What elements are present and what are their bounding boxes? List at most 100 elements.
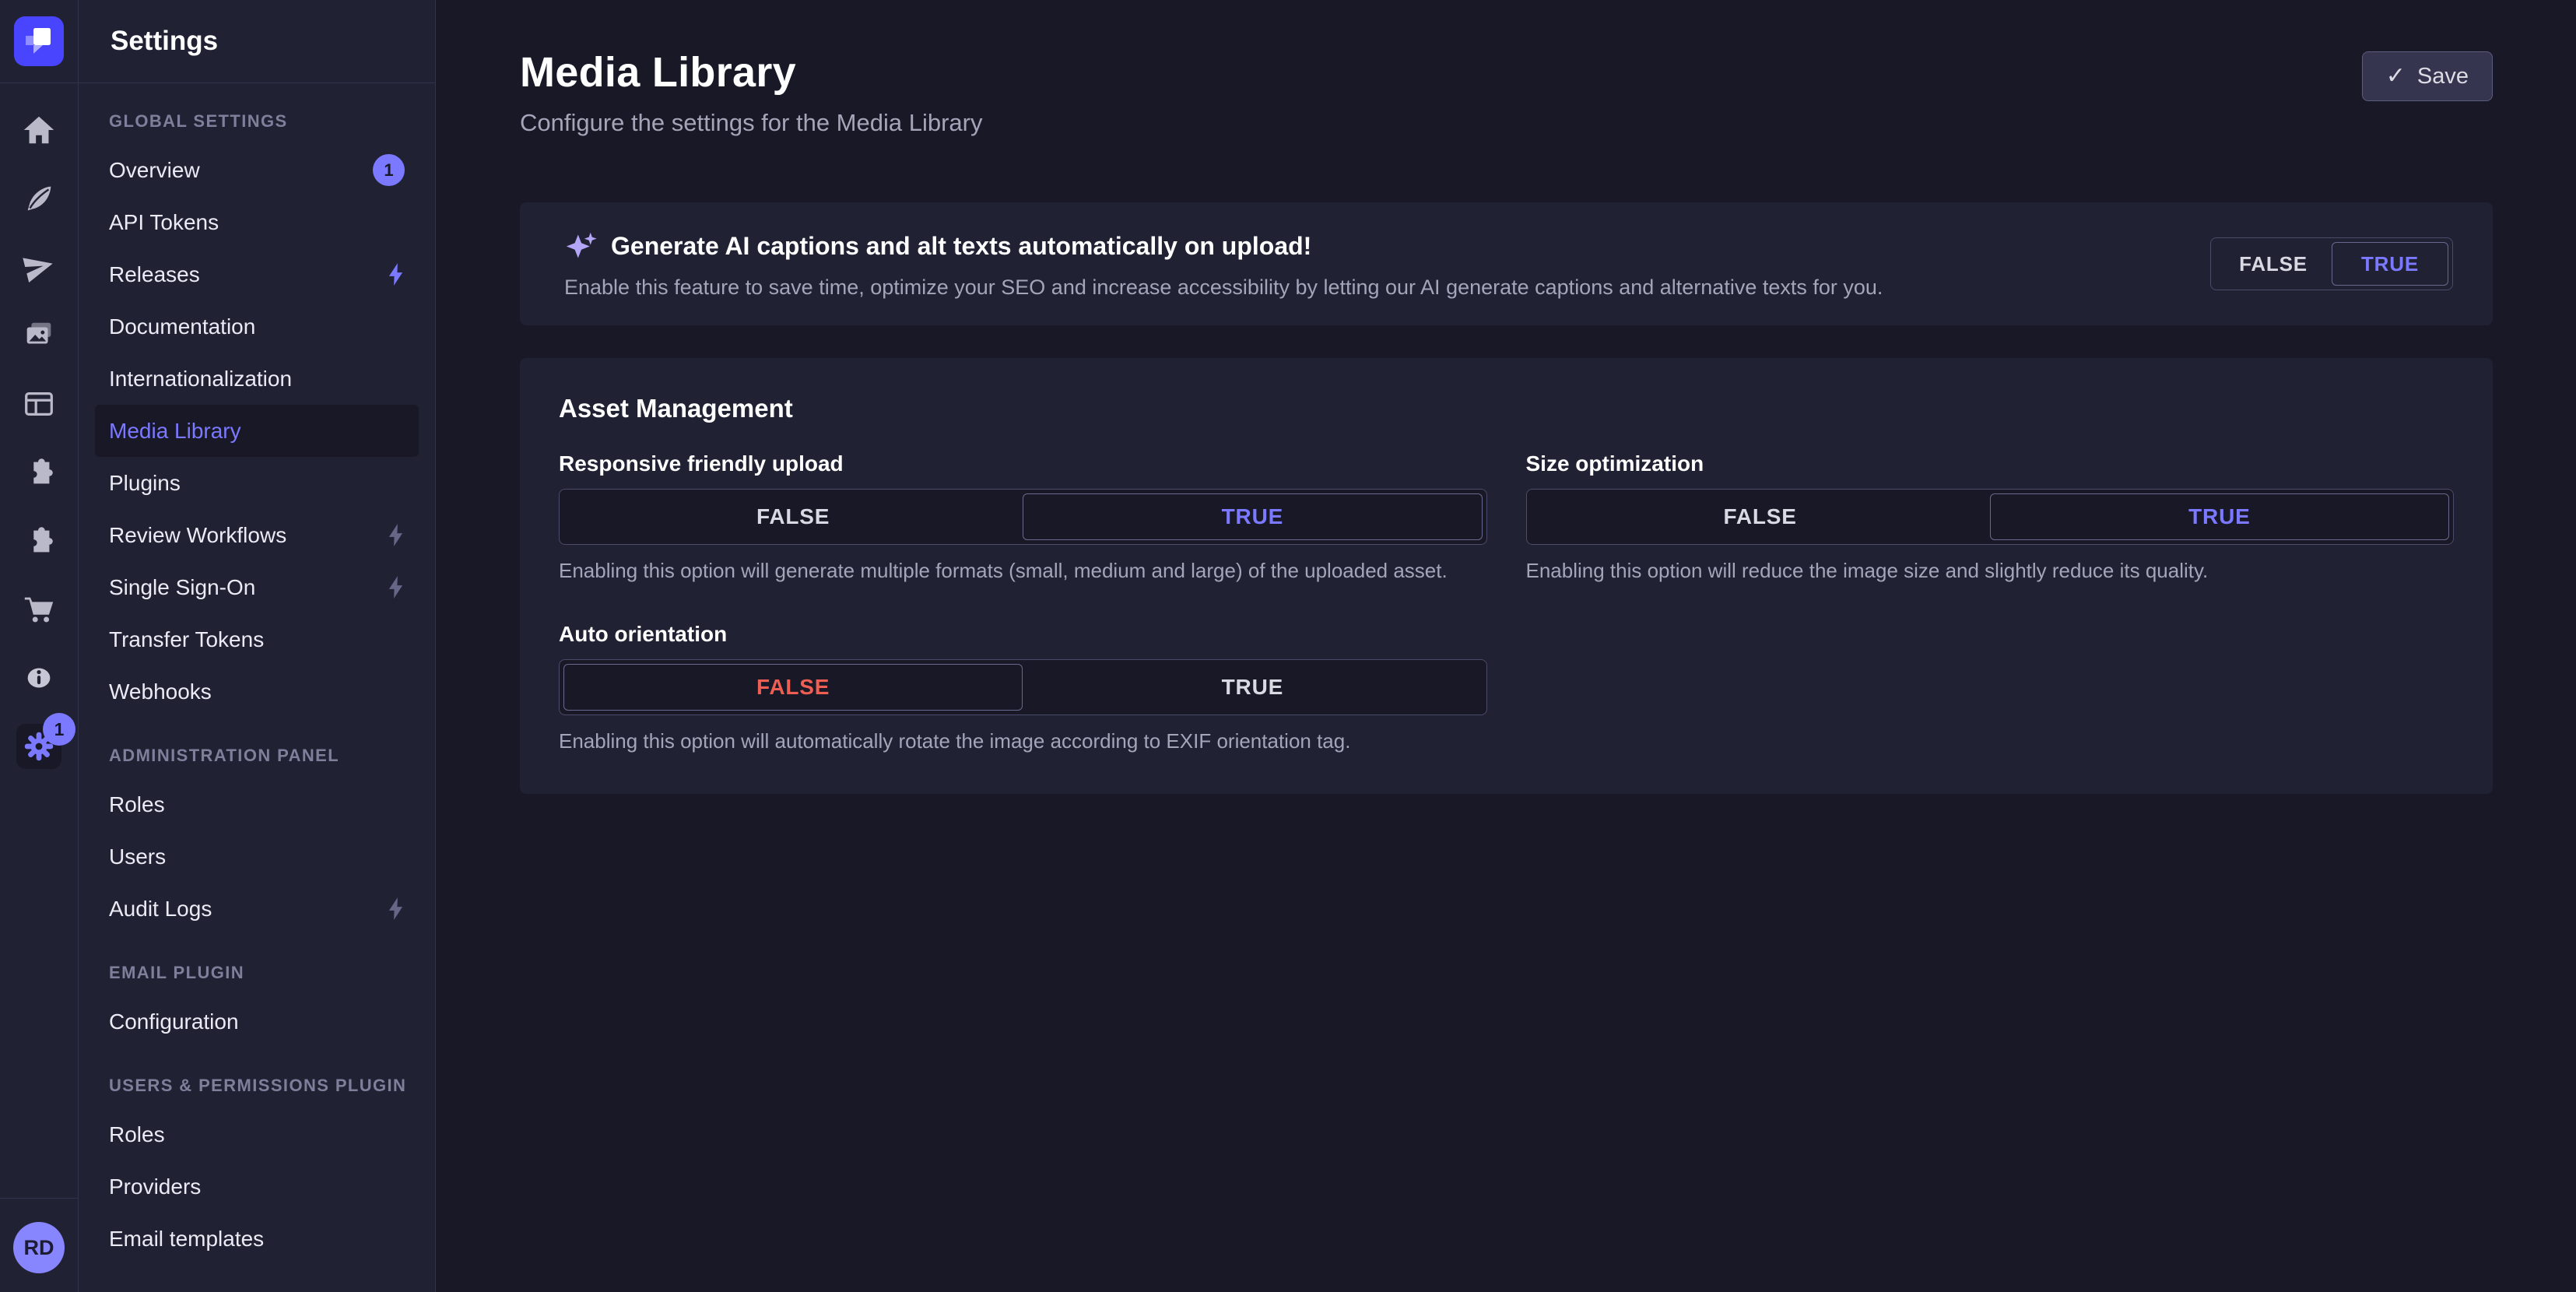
page-header-text: Media Library Configure the settings for… (520, 48, 982, 137)
banner-title-row: Generate AI captions and alt texts autom… (564, 229, 1883, 264)
sidebar-item-email-templates[interactable]: Email templates (95, 1213, 419, 1265)
sidebar-item-label: Media Library (109, 419, 241, 444)
sidebar-item-label: API Tokens (109, 210, 219, 235)
sidebar-item-review-workflows[interactable]: Review Workflows (95, 509, 419, 561)
user-avatar[interactable]: RD (13, 1222, 65, 1273)
paper-plane-icon (21, 249, 57, 285)
sidebar-item-label: Roles (109, 792, 165, 817)
sidebar-header: Settings (79, 0, 435, 83)
sidebar-item-overview[interactable]: Overview 1 (95, 144, 419, 196)
sidebar-item-admin-roles[interactable]: Roles (95, 778, 419, 830)
save-button[interactable]: ✓ Save (2362, 51, 2493, 101)
asset-management-card: Asset Management Responsive friendly upl… (520, 358, 2493, 794)
sidebar-item-label: Releases (109, 262, 200, 287)
settings-sidebar: Settings GLOBAL SETTINGS Overview 1 API … (79, 0, 436, 1292)
sidebar-item-label: Email templates (109, 1227, 264, 1252)
responsive-friendly-upload-toggle: FALSE TRUE (559, 489, 1487, 545)
rail-icon-list: 1 (16, 107, 61, 769)
rail-logo-area (0, 0, 78, 83)
responsive-toggle-true[interactable]: TRUE (1023, 493, 1482, 540)
sidebar-item-webhooks[interactable]: Webhooks (95, 665, 419, 718)
rail-footer: RD (0, 1198, 78, 1292)
puzzle-piece-icon (21, 523, 57, 559)
lightning-icon (387, 262, 405, 286)
settings-button[interactable]: 1 (16, 724, 61, 769)
field-hint: Enabling this option will reduce the ima… (1526, 559, 2455, 583)
sparkle-icon (564, 229, 599, 264)
sidebar-item-documentation[interactable]: Documentation (95, 300, 419, 353)
settings-notification-badge: 1 (43, 713, 75, 746)
strapi-logo-icon (14, 16, 64, 66)
sidebar-item-label: Webhooks (109, 679, 212, 704)
sidebar-item-up-roles[interactable]: Roles (95, 1108, 419, 1160)
content-builder-button[interactable] (16, 176, 61, 221)
sidebar-item-single-sign-on[interactable]: Single Sign-On (95, 561, 419, 613)
section-email-plugin: EMAIL PLUGIN Configuration (95, 963, 419, 1048)
section-administration-panel: ADMINISTRATION PANEL Roles Users Audit L… (95, 746, 419, 935)
help-button[interactable] (16, 655, 61, 700)
sidebar-item-providers[interactable]: Providers (95, 1160, 419, 1213)
section-header: EMAIL PLUGIN (109, 963, 419, 983)
feather-icon (21, 181, 57, 216)
size-optimization-toggle-false[interactable]: FALSE (1531, 493, 1990, 540)
lightning-icon (387, 523, 405, 547)
section-global-settings: GLOBAL SETTINGS Overview 1 API Tokens Re… (95, 111, 419, 718)
plugin-button-2[interactable] (16, 518, 61, 563)
auto-orientation-field: Auto orientation FALSE TRUE Enabling thi… (559, 622, 1487, 753)
save-button-label: Save (2417, 64, 2469, 90)
sidebar-item-label: Review Workflows (109, 523, 286, 548)
size-optimization-field: Size optimization FALSE TRUE Enabling th… (1526, 451, 2455, 583)
shopping-cart-icon (21, 592, 57, 627)
main-content: Media Library Configure the settings for… (436, 0, 2576, 1292)
responsive-friendly-upload-field: Responsive friendly upload FALSE TRUE En… (559, 451, 1487, 583)
lightning-icon (387, 575, 405, 599)
ai-captions-toggle-false[interactable]: FALSE (2215, 242, 2332, 286)
sidebar-item-audit-logs[interactable]: Audit Logs (95, 883, 419, 935)
responsive-toggle-false[interactable]: FALSE (563, 493, 1023, 540)
sidebar-item-media-library[interactable]: Media Library (95, 405, 419, 457)
check-icon: ✓ (2386, 65, 2406, 88)
home-button[interactable] (16, 107, 61, 153)
banner-title: Generate AI captions and alt texts autom… (611, 232, 1311, 261)
icon-rail: 1 RD (0, 0, 79, 1292)
auto-orientation-toggle: FALSE TRUE (559, 659, 1487, 715)
sidebar-item-label: Overview (109, 158, 200, 183)
layout-icon (21, 386, 57, 422)
sidebar-item-releases[interactable]: Releases (95, 248, 419, 300)
sidebar-item-label: Internationalization (109, 367, 292, 391)
sidebar-item-configuration[interactable]: Configuration (95, 995, 419, 1048)
releases-button[interactable] (16, 244, 61, 290)
field-hint: Enabling this option will automatically … (559, 729, 1487, 753)
sidebar-item-internationalization[interactable]: Internationalization (95, 353, 419, 405)
content-manager-button[interactable] (16, 381, 61, 427)
puzzle-piece-icon (21, 455, 57, 490)
sidebar-item-api-tokens[interactable]: API Tokens (95, 196, 419, 248)
sidebar-item-users[interactable]: Users (95, 830, 419, 883)
settings-grid: Responsive friendly upload FALSE TRUE En… (559, 451, 2454, 753)
sidebar-item-label: Users (109, 844, 166, 869)
ai-captions-toggle-true[interactable]: TRUE (2332, 242, 2448, 286)
ai-captions-banner: Generate AI captions and alt texts autom… (520, 202, 2493, 325)
sidebar-item-label: Providers (109, 1174, 201, 1199)
sidebar-item-transfer-tokens[interactable]: Transfer Tokens (95, 613, 419, 665)
sidebar-item-label: Single Sign-On (109, 575, 255, 600)
marketplace-button[interactable] (16, 587, 61, 632)
sidebar-item-label: Documentation (109, 314, 255, 339)
size-optimization-toggle: FALSE TRUE (1526, 489, 2455, 545)
sidebar-item-plugins[interactable]: Plugins (95, 457, 419, 509)
sidebar-item-label: Configuration (109, 1009, 239, 1034)
rail-divider (0, 1198, 78, 1199)
size-optimization-toggle-true[interactable]: TRUE (1990, 493, 2449, 540)
plugin-button-1[interactable] (16, 450, 61, 495)
sidebar-item-label: Roles (109, 1122, 165, 1147)
section-header: GLOBAL SETTINGS (109, 111, 419, 132)
media-library-button[interactable] (16, 313, 61, 358)
page-title: Media Library (520, 48, 982, 97)
sidebar-item-label: Transfer Tokens (109, 627, 264, 652)
asset-management-title: Asset Management (559, 394, 2454, 423)
auto-orientation-toggle-false[interactable]: FALSE (563, 664, 1023, 711)
field-label: Size optimization (1526, 451, 2455, 476)
strapi-logo[interactable] (14, 16, 64, 66)
auto-orientation-toggle-true[interactable]: TRUE (1023, 664, 1482, 711)
media-library-icon (21, 318, 57, 353)
